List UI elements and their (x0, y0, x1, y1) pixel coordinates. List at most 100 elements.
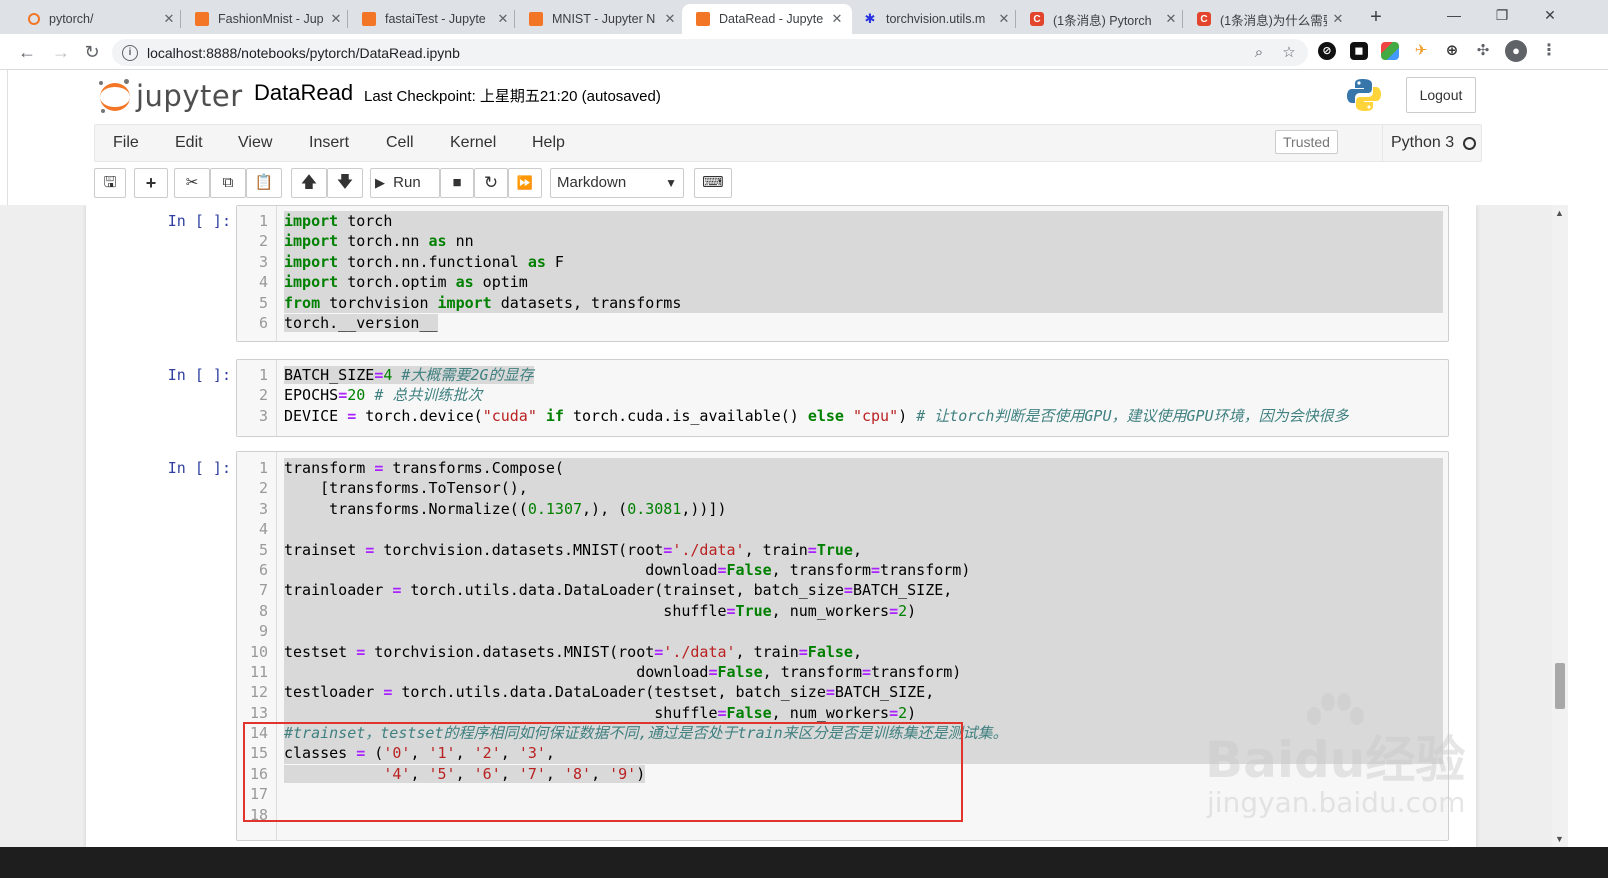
interrupt-stop-icon[interactable]: ■ (440, 168, 474, 198)
code-input-area[interactable]: 1 BATCH_SIZE=4 #大概需要2G的显存 2 EPOCHS=20 # 总共… (236, 359, 1449, 437)
bookmark-star-icon[interactable]: ☆ (1276, 39, 1302, 66)
trusted-badge[interactable]: Trusted (1275, 130, 1338, 154)
browser-tab[interactable]: DataRead - Jupyte ✕ (682, 4, 852, 34)
extension-icon[interactable] (1381, 42, 1399, 60)
baidu-paw-icon: ✱ (864, 11, 876, 26)
close-tab-icon[interactable]: ✕ (1327, 11, 1349, 27)
scroll-up-icon[interactable]: ▲ (1555, 208, 1564, 218)
command-palette-keyboard-icon[interactable]: ⌨ (694, 168, 732, 198)
browser-tab[interactable]: C (1条消息)为什么需要 ✕ (1183, 4, 1353, 34)
cell-type-select[interactable]: Markdown ▼ (550, 168, 684, 198)
csdn-icon: C (1197, 12, 1211, 26)
code-line: 6 download=False, transform=transform) (237, 559, 1443, 581)
extension-icon[interactable]: ✈ (1412, 42, 1430, 60)
insert-cell-icon[interactable]: + (134, 168, 168, 198)
code-line: 10 testset = torchvision.datasets.MNIST(r… (237, 641, 1443, 662)
code-input-area[interactable]: 1 import torch 2 import torch.nn as nn 3 im… (236, 205, 1449, 342)
close-tab-icon[interactable]: ✕ (492, 11, 514, 27)
cut-icon[interactable]: ✂ (174, 168, 210, 198)
extensions-puzzle-icon[interactable]: ✣ (1474, 42, 1492, 60)
tab-separator (1015, 10, 1016, 28)
code-line: 6 torch.__version__ (258, 313, 438, 332)
code-line: 3 DEVICE = torch.device("cuda" if torch.c… (258, 406, 1349, 425)
code-line: 4 (237, 519, 1443, 540)
browser-tab[interactable]: fastaiTest - Jupyte ✕ (348, 4, 518, 34)
browser-tab[interactable]: FashionMnist - Jup ✕ (181, 4, 351, 34)
jupyter-header: jupyter DataRead Last Checkpoint: 上星期五21… (8, 71, 1608, 125)
jupyter-logo[interactable]: jupyter (98, 76, 243, 116)
save-icon[interactable]: 🖫 (94, 168, 126, 198)
tab-title: fastaiTest - Jupyte (385, 12, 486, 26)
reload-icon[interactable]: ↻ (79, 39, 105, 65)
restart-icon[interactable]: ↻ (474, 168, 508, 198)
run-label: Run (393, 174, 421, 191)
extension-icon[interactable]: ⊘ (1318, 42, 1336, 60)
tab-title: MNIST - Jupyter N (552, 12, 656, 26)
scroll-down-icon[interactable]: ▼ (1555, 834, 1564, 844)
url-field[interactable]: i localhost:8888/notebooks/pytorch/DataR… (112, 39, 1308, 66)
tab-title: (1条消息)为什么需要 (1220, 13, 1327, 28)
input-prompt: In [ ]: (167, 459, 231, 477)
extension-icon[interactable]: ⊕ (1443, 42, 1461, 60)
menu-edit[interactable]: Edit (175, 125, 203, 161)
close-tab-icon[interactable]: ✕ (826, 11, 848, 27)
tab-title: FashionMnist - Jup (218, 12, 324, 26)
browser-tab[interactable]: pytorch/ ✕ (14, 4, 184, 34)
move-up-icon[interactable]: 🡅 (291, 168, 327, 198)
minimize-icon[interactable]: — (1434, 4, 1474, 26)
code-line: 3 import torch.nn.functional as F (237, 251, 1443, 273)
highlight-annotation-box (243, 722, 963, 822)
input-prompt: In [ ]: (167, 366, 231, 384)
code-line: 2 import torch.nn as nn (237, 231, 1443, 252)
menu-view[interactable]: View (238, 125, 272, 161)
back-icon[interactable]: ← (14, 39, 40, 65)
baidu-jingyan-watermark: Baidu经验 jingyan.baidu.com (1205, 690, 1495, 840)
zoom-icon[interactable]: ⌕ (1246, 39, 1272, 66)
restart-run-all-icon[interactable]: ⏩ (508, 168, 542, 198)
close-tab-icon[interactable]: ✕ (659, 11, 681, 27)
logout-button[interactable]: Logout (1406, 77, 1476, 113)
move-down-icon[interactable]: 🡇 (327, 168, 363, 198)
close-tab-icon[interactable]: ✕ (1160, 11, 1182, 27)
checkpoint-status: Last Checkpoint: 上星期五21:20 (autosaved) (364, 88, 661, 105)
browser-tab[interactable]: MNIST - Jupyter N ✕ (515, 4, 685, 34)
profile-avatar-icon[interactable]: ● (1505, 40, 1527, 62)
browser-tab[interactable]: ✱ torchvision.utils.m ✕ (849, 4, 1019, 34)
close-tab-icon[interactable]: ✕ (158, 11, 180, 27)
code-line: 1 import torch (237, 211, 1443, 232)
menubar: File Edit View Insert Cell Kernel Help T… (94, 124, 1482, 162)
run-button[interactable]: ▶ Run (370, 168, 440, 198)
close-tab-icon[interactable]: ✕ (325, 11, 347, 27)
menu-cell[interactable]: Cell (386, 125, 414, 161)
tab-separator (514, 10, 515, 28)
forward-icon[interactable]: → (48, 39, 74, 65)
browser-tab-strip: pytorch/✕ FashionMnist - Jup ✕ fastaiTest -… (0, 0, 1608, 34)
notebook-name[interactable]: DataRead (254, 80, 353, 106)
browser-menu-icon[interactable]: ⋮ (1540, 42, 1558, 60)
extension-icon[interactable]: ◼ (1350, 42, 1368, 60)
close-window-icon[interactable]: ✕ (1530, 4, 1570, 26)
jupyter-orb-icon (98, 79, 132, 113)
restore-icon[interactable]: ❐ (1482, 4, 1522, 26)
menu-file[interactable]: File (113, 125, 139, 161)
code-line: 3 transforms.Normalize((0.1307,), (0.308… (237, 498, 1443, 520)
menu-insert[interactable]: Insert (309, 125, 349, 161)
copy-icon[interactable]: ⧉ (210, 168, 246, 198)
browser-tab[interactable]: C (1条消息) Pytorch ✕ (1016, 4, 1186, 34)
jupyter-wordmark: jupyter (136, 79, 243, 113)
menu-help[interactable]: Help (532, 125, 565, 161)
kernel-name[interactable]: Python 3 (1382, 125, 1454, 161)
run-play-icon: ▶ (375, 175, 385, 190)
python-logo-icon (1347, 79, 1381, 111)
site-info-icon[interactable]: i (122, 44, 138, 61)
menu-kernel[interactable]: Kernel (450, 125, 496, 161)
scrollbar-thumb[interactable] (1555, 663, 1565, 709)
tab-separator (1182, 10, 1183, 28)
url-text: localhost:8888/notebooks/pytorch/DataRea… (147, 44, 460, 61)
code-line: 1 transform = transforms.Compose( (237, 458, 1443, 479)
close-tab-icon[interactable]: ✕ (993, 11, 1015, 27)
code-line: 8 shuffle=True, num_workers=2) (237, 600, 1443, 622)
paste-icon[interactable]: 📋 (246, 168, 282, 198)
notebook-scrollbar[interactable]: ▲ ▼ (1552, 205, 1568, 847)
new-tab-icon[interactable]: + (1362, 5, 1390, 29)
